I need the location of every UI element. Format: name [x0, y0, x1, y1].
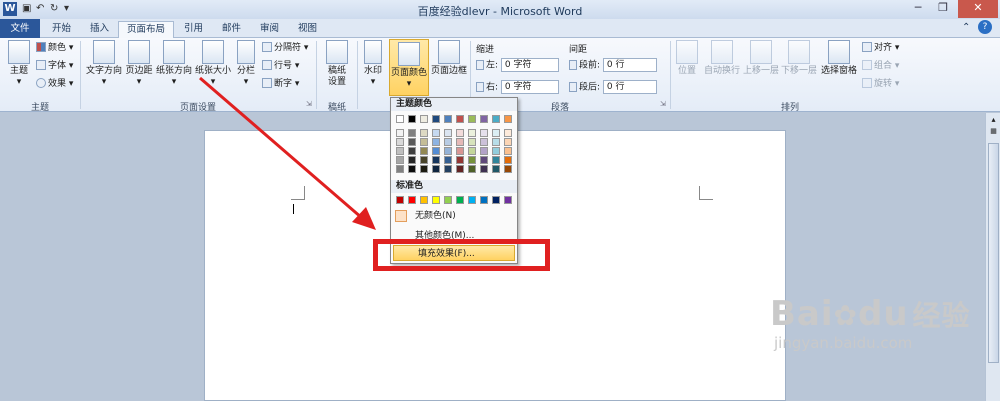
color-swatch[interactable]	[492, 147, 500, 155]
color-swatch[interactable]	[408, 147, 416, 155]
color-swatch[interactable]	[468, 115, 476, 123]
color-swatch[interactable]	[480, 138, 488, 146]
color-swatch[interactable]	[456, 156, 464, 164]
standard-color-swatch[interactable]	[480, 196, 488, 204]
color-swatch[interactable]	[396, 147, 404, 155]
color-swatch[interactable]	[444, 138, 452, 146]
standard-colors-header: 标准色	[391, 180, 517, 193]
color-swatch[interactable]	[456, 165, 464, 173]
color-swatch[interactable]	[444, 156, 452, 164]
color-swatch[interactable]	[408, 115, 416, 123]
color-swatch[interactable]	[492, 165, 500, 173]
color-swatch[interactable]	[468, 129, 476, 137]
color-swatch[interactable]	[480, 129, 488, 137]
color-swatch[interactable]	[444, 165, 452, 173]
color-swatch[interactable]	[420, 165, 428, 173]
standard-color-swatch[interactable]	[504, 196, 512, 204]
standard-color-swatch[interactable]	[456, 196, 464, 204]
color-swatch[interactable]	[456, 129, 464, 137]
color-swatch[interactable]	[480, 115, 488, 123]
color-swatch[interactable]	[456, 147, 464, 155]
no-color-item[interactable]: 无颜色(N)	[391, 208, 517, 224]
baidu-watermark: Bai✿du 经验 jingyan.baidu.com	[770, 296, 971, 352]
color-swatch[interactable]	[420, 147, 428, 155]
color-swatch[interactable]	[504, 129, 512, 137]
color-swatch[interactable]	[408, 129, 416, 137]
color-swatch[interactable]	[396, 138, 404, 146]
color-swatch[interactable]	[432, 156, 440, 164]
baidu-logo: Bai✿du 经验	[770, 296, 971, 334]
color-swatch[interactable]	[420, 129, 428, 137]
color-swatch[interactable]	[444, 147, 452, 155]
paw-icon: ✿	[833, 299, 858, 332]
color-swatch[interactable]	[504, 115, 512, 123]
theme-color-palette	[391, 112, 517, 178]
standard-color-swatch[interactable]	[432, 196, 440, 204]
standard-color-swatch[interactable]	[396, 196, 404, 204]
color-swatch[interactable]	[492, 156, 500, 164]
standard-color-swatch[interactable]	[408, 196, 416, 204]
color-swatch[interactable]	[408, 165, 416, 173]
standard-color-swatch[interactable]	[468, 196, 476, 204]
color-swatch[interactable]	[504, 138, 512, 146]
color-swatch[interactable]	[432, 138, 440, 146]
color-swatch[interactable]	[396, 115, 404, 123]
standard-color-swatch[interactable]	[420, 196, 428, 204]
color-swatch[interactable]	[480, 156, 488, 164]
color-swatch[interactable]	[420, 115, 428, 123]
standard-color-palette	[391, 195, 517, 207]
color-swatch[interactable]	[444, 115, 452, 123]
baidu-logo-text: Bai	[770, 294, 834, 334]
standard-color-swatch[interactable]	[492, 196, 500, 204]
color-swatch[interactable]	[408, 138, 416, 146]
color-swatch[interactable]	[396, 129, 404, 137]
color-swatch[interactable]	[444, 129, 452, 137]
color-swatch[interactable]	[432, 165, 440, 173]
arrow-line	[199, 76, 363, 220]
baidu-logo-text-2: du	[857, 294, 909, 334]
color-swatch[interactable]	[468, 156, 476, 164]
color-swatch[interactable]	[432, 129, 440, 137]
standard-color-swatch[interactable]	[444, 196, 452, 204]
arrow-head	[352, 207, 376, 230]
color-swatch[interactable]	[408, 156, 416, 164]
color-swatch[interactable]	[420, 156, 428, 164]
color-swatch[interactable]	[396, 165, 404, 173]
color-swatch[interactable]	[468, 138, 476, 146]
color-swatch[interactable]	[456, 138, 464, 146]
color-swatch[interactable]	[504, 147, 512, 155]
baidu-brand-text: 经验	[912, 299, 971, 332]
color-swatch[interactable]	[492, 138, 500, 146]
no-color-label: 无颜色(N)	[415, 211, 456, 221]
color-swatch[interactable]	[480, 147, 488, 155]
color-swatch[interactable]	[504, 165, 512, 173]
color-swatch[interactable]	[468, 147, 476, 155]
color-swatch[interactable]	[432, 115, 440, 123]
color-swatch[interactable]	[420, 138, 428, 146]
color-swatch[interactable]	[492, 115, 500, 123]
baidu-url: jingyan.baidu.com	[774, 334, 913, 352]
color-swatch[interactable]	[492, 129, 500, 137]
color-swatch[interactable]	[468, 165, 476, 173]
color-swatch[interactable]	[396, 156, 404, 164]
color-swatch[interactable]	[432, 147, 440, 155]
color-swatch[interactable]	[480, 165, 488, 173]
theme-colors-header: 主题颜色	[391, 98, 517, 111]
color-swatch[interactable]	[504, 156, 512, 164]
no-color-icon	[395, 210, 407, 222]
highlight-box	[373, 239, 550, 271]
color-swatch[interactable]	[456, 115, 464, 123]
